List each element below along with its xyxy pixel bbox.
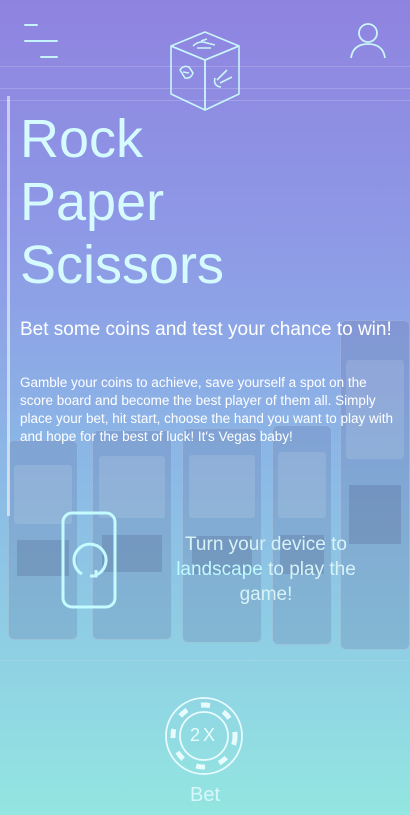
logo[interactable]: [165, 28, 245, 114]
rotate-device-message: Turn your device to landscape to play th…: [148, 532, 384, 607]
bet-multiplier-label: 2X: [189, 725, 219, 745]
user-profile-button[interactable]: [348, 20, 388, 62]
menu-button[interactable]: [22, 22, 60, 60]
page-title: Rock Paper Scissors: [20, 108, 400, 297]
user-profile-icon: [350, 23, 386, 59]
title-line-rock: Rock: [20, 109, 144, 169]
rotate-text-before: Turn your device to: [185, 534, 347, 555]
bet-chip-button[interactable]: 2X: [163, 695, 245, 777]
bet-button-label[interactable]: Bet: [160, 784, 250, 807]
rotate-device-icon: [60, 510, 118, 610]
rotate-text-highlight: landscape: [176, 559, 263, 580]
title-line-scissors: Scissors: [20, 235, 225, 295]
hero-subtitle: Bet some coins and test your chance to w…: [20, 319, 392, 340]
hamburger-menu-icon: [24, 24, 38, 26]
rps-dice-logo-icon: [170, 31, 240, 111]
hero-description: Gamble your coins to achieve, save yours…: [20, 375, 393, 444]
title-line-paper: Paper: [20, 172, 165, 232]
side-accent-bar: [7, 96, 10, 516]
